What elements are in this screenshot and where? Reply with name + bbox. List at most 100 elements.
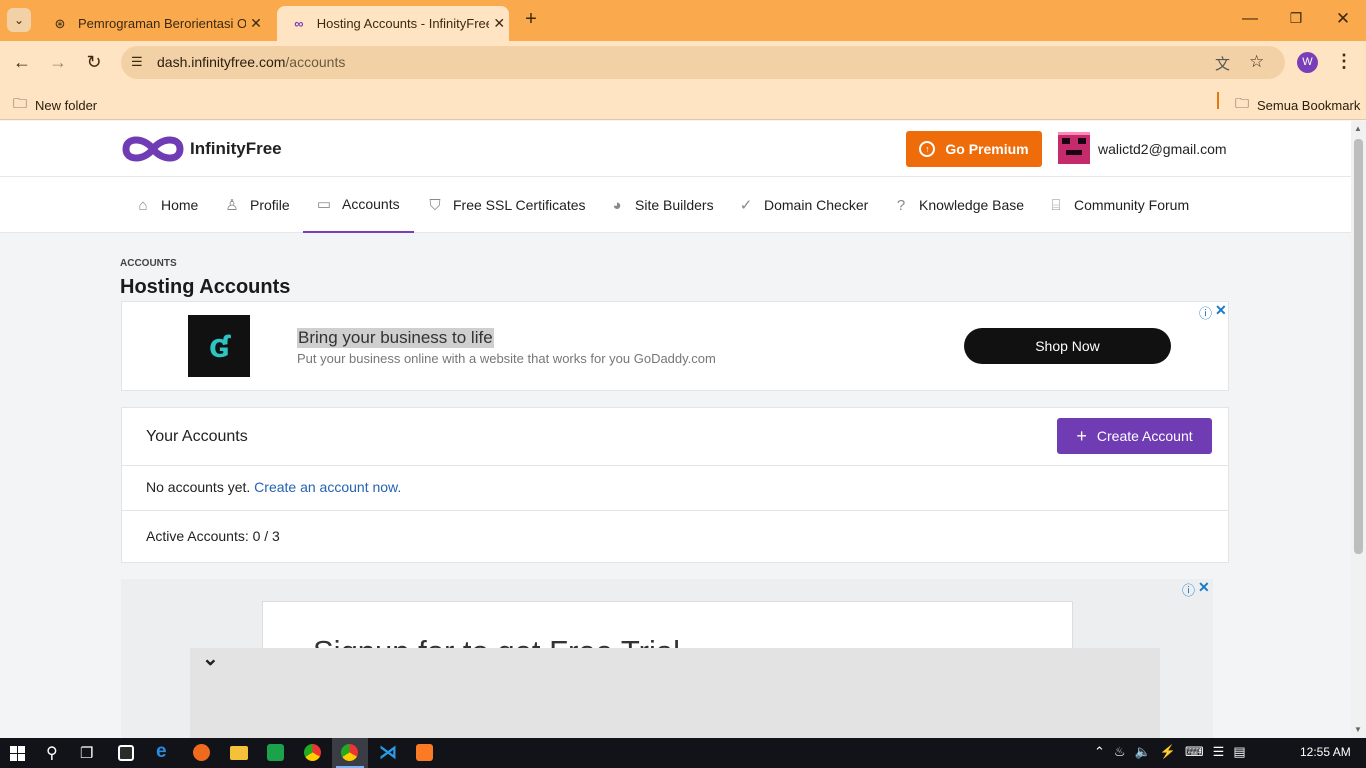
url-text: dash.infinityfree.com/accounts <box>157 54 345 70</box>
nav-home[interactable]: ⌂ Home <box>135 177 198 233</box>
home-icon: ⌂ <box>138 196 148 214</box>
forward-icon[interactable]: → <box>46 52 70 73</box>
shield-icon: ⛉ <box>429 196 441 214</box>
clock[interactable]: 12:55 AM <box>1300 745 1351 759</box>
scrollbar-down-icon[interactable]: ▼ <box>1354 725 1362 734</box>
folder-icon: 🗀 <box>13 95 27 111</box>
browser-toolbar: ← → ↻ ☰ dash.infinityfree.com/accounts 文… <box>0 41 1366 83</box>
app-green-icon[interactable] <box>267 744 284 761</box>
windows-taskbar: ⚲ ❐ e ⋊ ⌃♨🔈⚡⌨☰▤ 12:55 AM <box>0 738 1366 768</box>
nav-label: Profile <box>250 197 290 213</box>
back-icon[interactable]: ← <box>10 52 34 73</box>
godaddy-logo: ʛ <box>188 315 250 377</box>
divider <box>122 510 1228 511</box>
plus-icon: + <box>1076 425 1087 446</box>
scrollbar-up-icon[interactable]: ▲ <box>1354 124 1362 133</box>
upload-circle-icon: ↑ <box>919 141 936 157</box>
infinity-icon: ∞ <box>294 16 304 31</box>
nav-ssl[interactable]: ⛉ Free SSL Certificates <box>427 177 586 233</box>
main-nav: ⌂ Home ♙ Profile ▭ Accounts ⛉ Free SSL Certi… <box>0 177 1351 233</box>
nav-label: Free SSL Certificates <box>453 197 586 213</box>
active-accounts-count: Active Accounts: 0 / 3 <box>146 528 280 544</box>
user-icon: ♙ <box>225 197 239 214</box>
task-view-icon[interactable]: ❐ <box>80 744 93 762</box>
bookmark-new-folder[interactable]: 🗀 New folder <box>13 93 97 117</box>
xampp-icon[interactable] <box>416 744 433 761</box>
go-premium-button[interactable]: ↑ Go Premium <box>906 131 1042 167</box>
page-scrollbar[interactable]: ▲ ▼ <box>1351 121 1366 738</box>
logo-text: InfinityFree <box>190 139 282 158</box>
collapse-chevron-icon[interactable]: ⌄ <box>202 646 219 671</box>
nav-site-builders[interactable]: ◕ Site Builders <box>609 177 713 233</box>
tab-search-button[interactable]: ⌄ <box>7 8 31 32</box>
nav-domain-checker[interactable]: ✓ Domain Checker <box>738 177 869 233</box>
server-icon: ▭ <box>316 196 332 213</box>
file-explorer-icon[interactable] <box>230 746 248 760</box>
reload-icon[interactable]: ↻ <box>82 52 106 73</box>
bookmarks-bar: 🗀 New folder 🗀 Semua Bookmark <box>0 83 1366 120</box>
url-path: /accounts <box>285 54 346 70</box>
profile-avatar[interactable]: W <box>1297 52 1318 73</box>
store-icon[interactable] <box>118 745 134 761</box>
ad-close-icon[interactable]: ✕ <box>1198 579 1210 596</box>
anchor-ad-overlay: ⌄ <box>190 648 1160 738</box>
infinity-logo-icon <box>122 136 184 162</box>
card-title: Your Accounts <box>146 428 248 445</box>
create-account-link[interactable]: Create an account now. <box>254 479 401 495</box>
nav-profile[interactable]: ♙ Profile <box>224 177 290 233</box>
tab-pemrograman[interactable]: ⊛ Pemrograman Berorientasi Obj ✕ <box>38 6 274 41</box>
ad-headline: Bring your business to life <box>297 328 494 348</box>
address-bar[interactable]: ☰ dash.infinityfree.com/accounts 文 ☆ <box>121 46 1285 79</box>
restore-icon[interactable]: ❐ <box>1286 10 1306 27</box>
ad-banner[interactable]: ʛ Bring your business to life Put your b… <box>121 301 1229 391</box>
vscode-icon[interactable]: ⋊ <box>379 742 397 763</box>
ad-info-icon[interactable]: ⓘ <box>1182 580 1195 599</box>
chrome-icon[interactable] <box>304 744 321 761</box>
scrollbar-thumb[interactable] <box>1354 139 1363 554</box>
nav-label: Domain Checker <box>764 197 869 213</box>
accounts-card: Your Accounts + Create Account No accoun… <box>121 407 1229 563</box>
site-header: InfinityFree ↑ Go Premium walictd2@gmail… <box>0 121 1351 177</box>
tray-icons[interactable]: ⌃♨🔈⚡⌨☰▤ <box>1094 744 1255 760</box>
ad-info-icon[interactable]: ⓘ <box>1199 303 1212 322</box>
site-logo[interactable]: InfinityFree <box>120 131 282 167</box>
ad-close-icon[interactable]: ✕ <box>1215 302 1227 319</box>
close-icon[interactable]: ✕ <box>489 15 509 32</box>
bookmark-divider <box>1217 92 1219 109</box>
user-avatar[interactable] <box>1058 132 1090 164</box>
palette-icon: ◕ <box>612 196 622 214</box>
minimize-icon[interactable]: — <box>1240 10 1260 28</box>
nav-knowledge-base[interactable]: ? Knowledge Base <box>893 177 1024 233</box>
user-email[interactable]: walictd2@gmail.com <box>1098 141 1227 157</box>
shop-now-button[interactable]: Shop Now <box>964 328 1171 364</box>
edge-icon[interactable]: e <box>156 741 167 763</box>
browser-tab-bar: ⌄ ⊛ Pemrograman Berorientasi Obj ✕ ∞ Hos… <box>0 0 1366 41</box>
breadcrumb: ACCOUNTS <box>120 258 177 269</box>
site-info-icon[interactable]: ☰ <box>131 54 143 70</box>
bookmark-label: Semua Bookmark <box>1257 97 1361 113</box>
close-window-icon[interactable]: ✕ <box>1333 9 1353 29</box>
new-tab-icon[interactable]: + <box>520 8 542 32</box>
firefox-icon[interactable] <box>193 744 210 761</box>
tab-hosting-accounts[interactable]: ∞ Hosting Accounts - InfinityFree ✕ <box>277 6 509 41</box>
windows-start-icon[interactable] <box>10 746 25 761</box>
close-icon[interactable]: ✕ <box>246 15 266 32</box>
tab-title: Pemrograman Berorientasi Obj <box>78 16 246 31</box>
star-icon[interactable]: ☆ <box>1249 52 1264 72</box>
create-account-label: Create Account <box>1096 428 1193 444</box>
nav-accounts[interactable]: ▭ Accounts <box>303 177 414 233</box>
shop-now-label: Shop Now <box>1035 338 1100 354</box>
translate-icon[interactable]: 文 <box>1215 53 1230 74</box>
url-domain: dash.infinityfree.com <box>157 54 286 70</box>
search-icon[interactable]: ⚲ <box>46 743 58 763</box>
nav-label: Knowledge Base <box>919 197 1025 213</box>
create-account-button[interactable]: + Create Account <box>1057 418 1212 454</box>
nav-label: Home <box>161 197 199 213</box>
bookmark-all[interactable]: 🗀 Semua Bookmark <box>1235 93 1360 117</box>
premium-label: Go Premium <box>945 141 1029 157</box>
nav-community-forum[interactable]: ⌸ Community Forum <box>1048 177 1189 233</box>
page-content: InfinityFree ↑ Go Premium walictd2@gmail… <box>0 121 1351 738</box>
ad-body: Put your business online with a website … <box>297 351 716 366</box>
menu-icon[interactable]: ⋮ <box>1332 51 1356 72</box>
chrome-active-app[interactable] <box>332 738 368 768</box>
